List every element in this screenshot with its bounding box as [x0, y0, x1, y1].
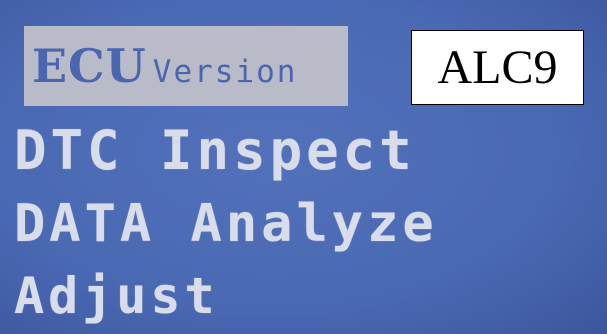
menu-item-dtc-inspect[interactable]: DTC Inspect [14, 116, 416, 186]
model-label-badge: ALC9 [411, 30, 584, 105]
menu-item-data-analyze[interactable]: DATA Analyze [14, 190, 438, 258]
menu-item-ecu-version[interactable]: ECU Version [24, 26, 348, 106]
menu-item-ecu-version-label-first: ECU [32, 39, 147, 93]
menu-item-adjust[interactable]: Adjust [14, 262, 219, 330]
lcd-screen: ECU Version DTC Inspect DATA Analyze Adju… [0, 0, 607, 334]
menu-item-ecu-version-label-rest: Version [152, 54, 298, 90]
